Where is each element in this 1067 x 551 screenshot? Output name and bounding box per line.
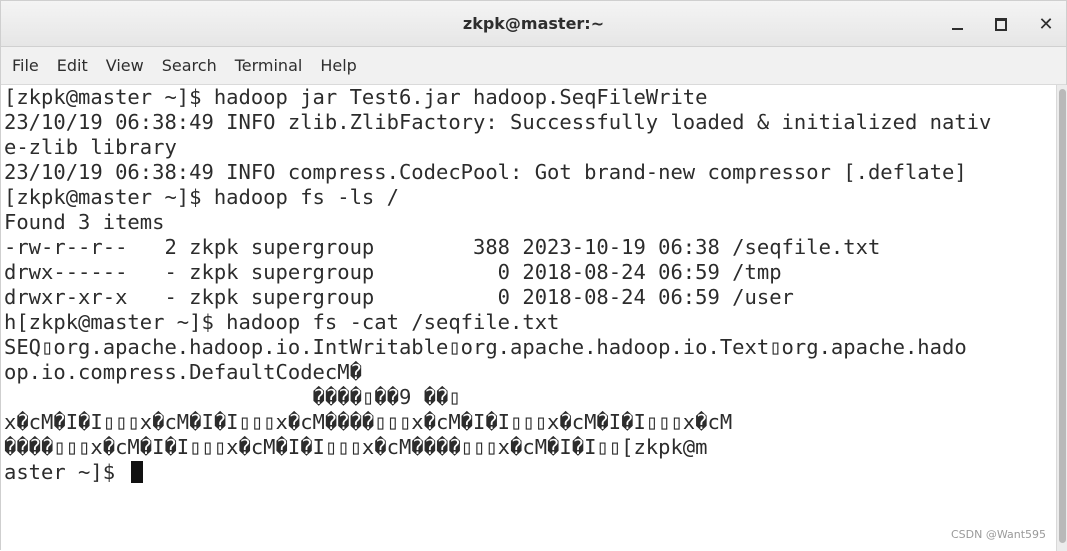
text-cursor (131, 461, 144, 483)
terminal-line: SEQ▯org.apache.hadoop.io.IntWritable▯org… (4, 335, 967, 359)
minimize-icon (951, 28, 963, 30)
menu-view[interactable]: View (97, 56, 153, 75)
terminal-line: 23/10/19 06:38:49 INFO compress.CodecPoo… (4, 160, 967, 184)
watermark: CSDN @Want595 (951, 528, 1047, 541)
terminal-line: ����▯��9 ��▯ (4, 385, 461, 409)
menu-terminal[interactable]: Terminal (226, 56, 312, 75)
terminal-line: [zkpk@master ~]$ hadoop jar Test6.jar ha… (4, 85, 708, 109)
title-bar[interactable]: zkpk@master:~ ✕ (1, 1, 1066, 47)
terminal-line: drwxr-xr-x - zkpk supergroup 0 2018-08-2… (4, 285, 794, 309)
window-title: zkpk@master:~ (462, 14, 605, 33)
close-button[interactable]: ✕ (1032, 10, 1060, 38)
terminal-line: ����▯▯▯x�cM�I�I▯▯▯x�cM�I�I▯▯▯x�cM����▯▯▯… (4, 435, 708, 459)
terminal-line: e-zlib library (4, 135, 177, 159)
terminal-output[interactable]: [zkpk@master ~]$ hadoop jar Test6.jar ha… (1, 85, 1056, 551)
minimize-button[interactable] (943, 10, 971, 38)
terminal-line: h[zkpk@master ~]$ hadoop fs -cat /seqfil… (4, 310, 560, 334)
maximize-icon (995, 17, 1007, 31)
terminal-line: op.io.compress.DefaultCodecM� (4, 360, 362, 384)
terminal-line: Found 3 items (4, 210, 165, 234)
maximize-button[interactable] (987, 10, 1015, 38)
menu-search[interactable]: Search (153, 56, 226, 75)
scrollbar-thumb[interactable] (1059, 89, 1066, 543)
terminal-line: -rw-r--r-- 2 zkpk supergroup 388 2023-10… (4, 235, 881, 259)
vertical-scrollbar[interactable] (1056, 85, 1067, 551)
terminal-line: drwx------ - zkpk supergroup 0 2018-08-2… (4, 260, 782, 284)
close-icon: ✕ (1038, 13, 1054, 35)
terminal-prompt-line: aster ~]$ (4, 460, 144, 485)
menu-file[interactable]: File (3, 56, 48, 75)
menu-help[interactable]: Help (311, 56, 365, 75)
terminal-line: 23/10/19 06:38:49 INFO zlib.ZlibFactory:… (4, 110, 992, 134)
prompt-text: aster ~]$ (4, 460, 128, 484)
menu-bar: File Edit View Search Terminal Help (1, 47, 1066, 85)
terminal-window: zkpk@master:~ ✕ File Edit View Search Te… (0, 0, 1067, 551)
terminal-line: x�cM�I�I▯▯▯x�cM�I�I▯▯▯x�cM����▯▯▯x�cM�I�… (4, 410, 733, 434)
menu-edit[interactable]: Edit (48, 56, 97, 75)
terminal-line: [zkpk@master ~]$ hadoop fs -ls / (4, 185, 399, 209)
